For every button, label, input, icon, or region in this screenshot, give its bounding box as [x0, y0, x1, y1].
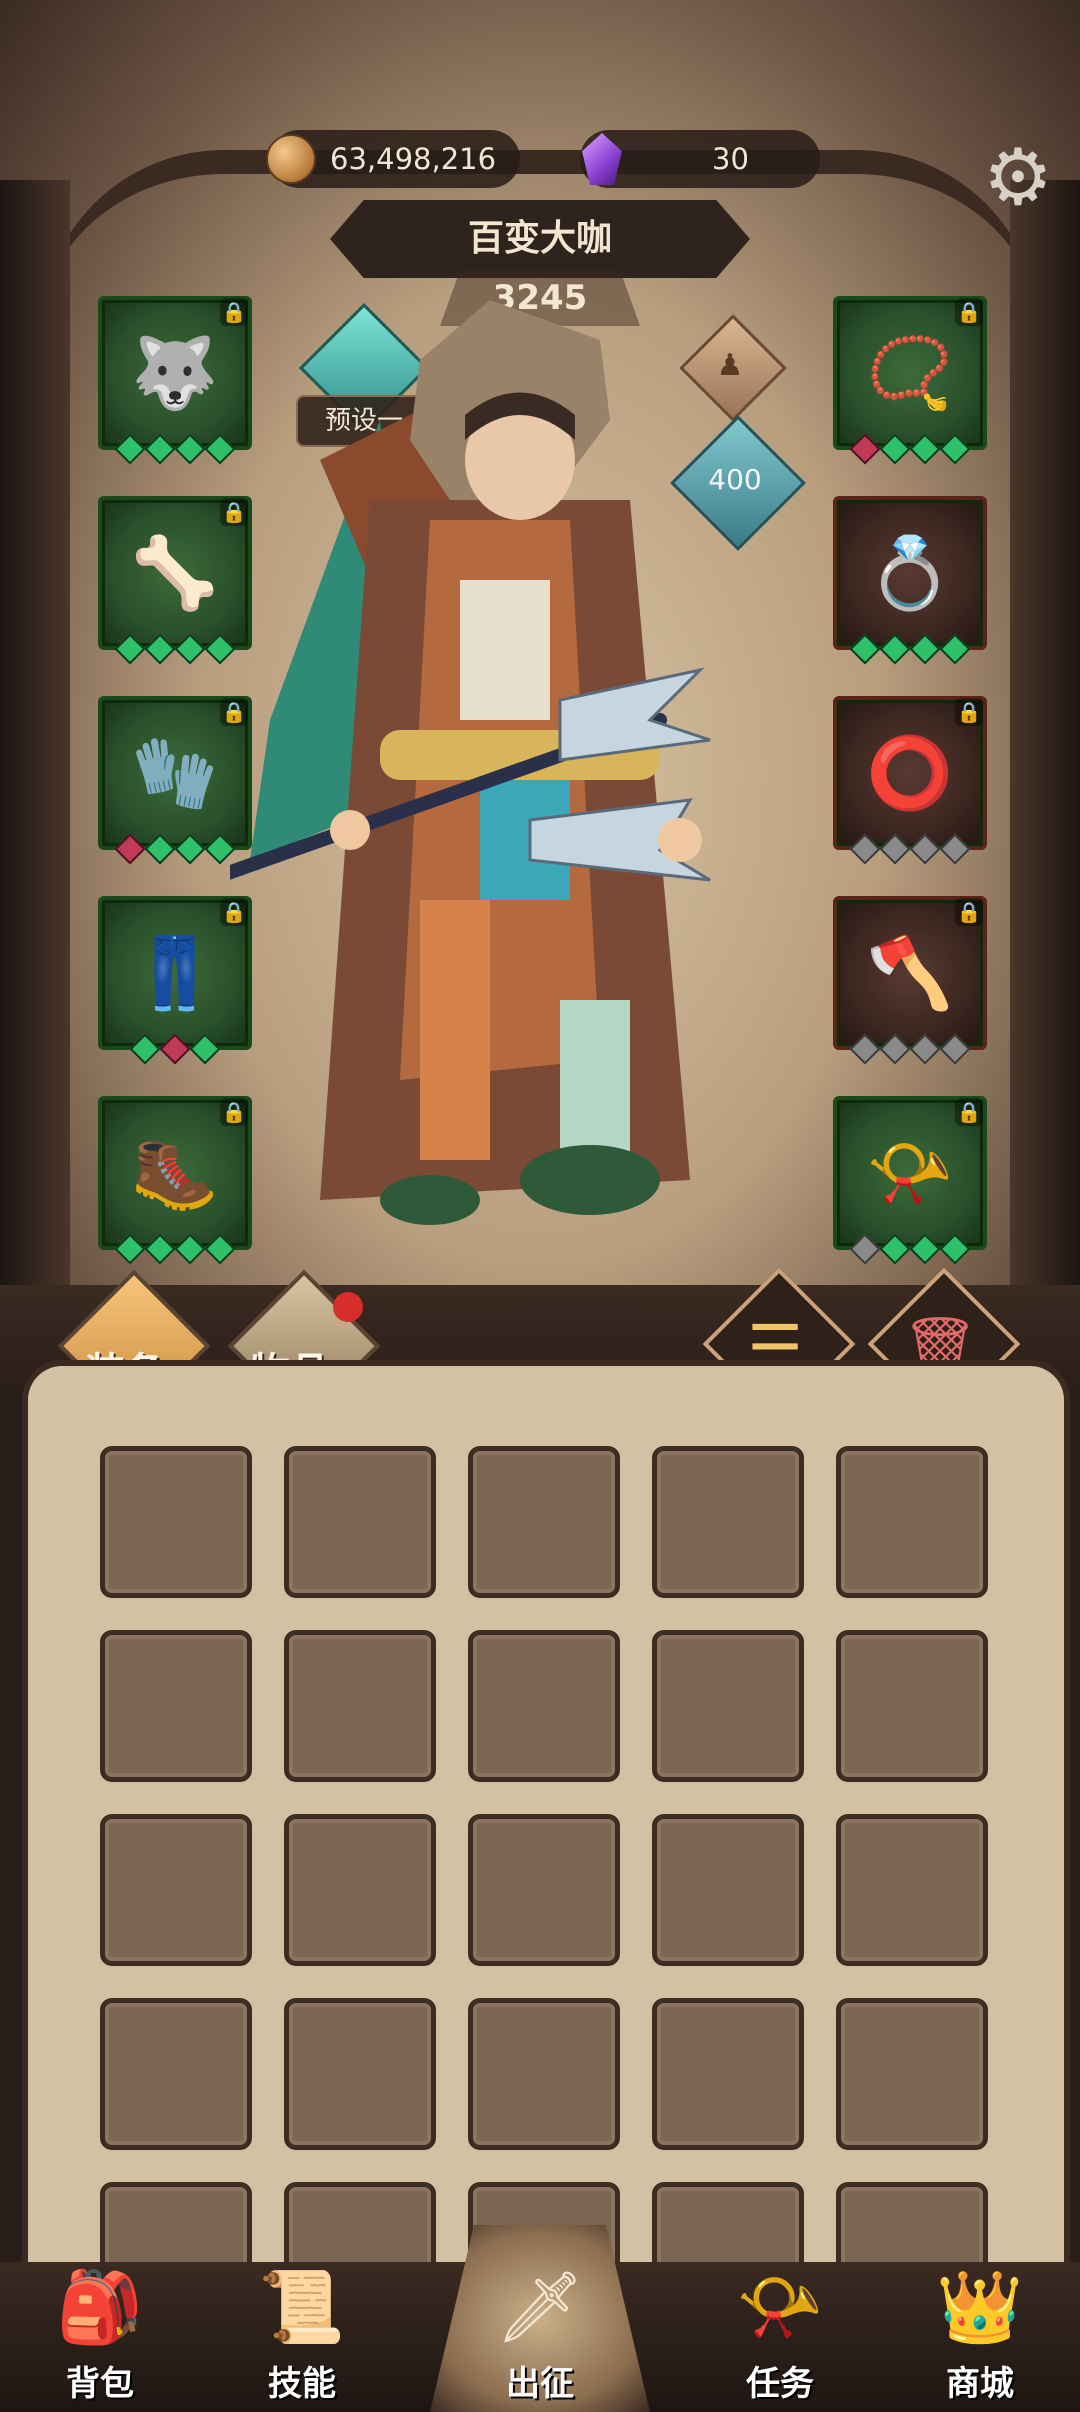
- nav-expedition-label: 出征: [506, 2364, 574, 2404]
- pants-icon: 👖: [131, 931, 219, 1014]
- lock-icon: 🔒: [955, 1098, 983, 1126]
- gauntlet-icon: 🧤: [131, 731, 219, 814]
- horn-icon: 📯: [866, 1131, 954, 1214]
- settings-gear-icon[interactable]: ⚙: [975, 135, 1061, 221]
- lock-icon: 🔒: [220, 1098, 248, 1126]
- lock-icon: 🔒: [955, 298, 983, 326]
- gem-icon: [582, 133, 622, 185]
- lock-icon: 🔒: [220, 698, 248, 726]
- nav-bag[interactable]: 🎒 背包: [20, 2262, 180, 2412]
- horn-quest-icon: 📯: [736, 2266, 824, 2348]
- notification-dot: [333, 1292, 363, 1322]
- slot-pants[interactable]: 👖 🔒: [98, 896, 252, 1065]
- shoulder-armor-icon: 🦴: [131, 531, 219, 614]
- inventory-slot[interactable]: [836, 1630, 988, 1782]
- necklace-icon: 📿: [866, 331, 954, 414]
- coin-icon: [266, 134, 316, 184]
- nav-bag-label: 背包: [66, 2364, 134, 2404]
- inventory-slot[interactable]: [836, 1998, 988, 2150]
- slot-ring2[interactable]: ⭕ 🔒: [833, 696, 987, 865]
- inventory-slot[interactable]: [652, 1630, 804, 1782]
- lock-icon: 🔒: [220, 498, 248, 526]
- slot-ring1[interactable]: 💍: [833, 496, 987, 665]
- frame-right: [1010, 180, 1080, 1290]
- nav-quests[interactable]: 📯 任务: [700, 2262, 860, 2412]
- inventory-slot[interactable]: [100, 1630, 252, 1782]
- hero-name: 百变大咖: [330, 200, 750, 278]
- slot-helmet[interactable]: 🐺 🔒: [98, 296, 252, 465]
- inventory-slot[interactable]: [652, 1814, 804, 1966]
- inventory-slot[interactable]: [284, 1630, 436, 1782]
- hero-illustration: [230, 300, 711, 1225]
- nav-expedition[interactable]: 🗡 出征: [460, 2262, 620, 2412]
- wolf-helmet-icon: 🐺: [131, 331, 219, 414]
- sword-map-icon: 🗡: [495, 2266, 585, 2348]
- axe-icon: 🪓: [866, 931, 954, 1014]
- inventory-slot[interactable]: [284, 1998, 436, 2150]
- inventory-slot[interactable]: [836, 1446, 988, 1598]
- nav-shop[interactable]: 👑 商城: [900, 2262, 1060, 2412]
- gold-currency[interactable]: 63,498,216: [266, 130, 520, 188]
- slot-gloves[interactable]: 🧤 🔒: [98, 696, 252, 865]
- dark-ring-icon: ⭕: [866, 731, 954, 814]
- inventory-slot[interactable]: [468, 1446, 620, 1598]
- nav-quests-label: 任务: [746, 2364, 814, 2404]
- slot-horn[interactable]: 📯 🔒: [833, 1096, 987, 1265]
- gem-currency[interactable]: 30: [580, 130, 820, 188]
- lock-icon: 🔒: [955, 898, 983, 926]
- inventory-slot[interactable]: [652, 1998, 804, 2150]
- crown-shop-icon: 👑: [936, 2266, 1024, 2348]
- nav-skills-label: 技能: [268, 2364, 336, 2404]
- slot-boots[interactable]: 🥾 🔒: [98, 1096, 252, 1265]
- inventory-slot[interactable]: [836, 1814, 988, 1966]
- lock-icon: 🔒: [955, 698, 983, 726]
- nav-shop-label: 商城: [946, 2364, 1014, 2404]
- inventory-slot[interactable]: [100, 1998, 252, 2150]
- inventory-slot[interactable]: [284, 1814, 436, 1966]
- gem-amount: 30: [712, 142, 749, 176]
- lock-icon: 🔒: [220, 298, 248, 326]
- backpack-icon: 🎒: [56, 2266, 144, 2348]
- slot-weapon[interactable]: 🪓 🔒: [833, 896, 987, 1065]
- boots-icon: 🥾: [131, 1131, 219, 1214]
- lock-icon: 🔒: [220, 898, 248, 926]
- slot-shoulder[interactable]: 🦴 🔒: [98, 496, 252, 665]
- nav-skills[interactable]: 📜 技能: [222, 2262, 382, 2412]
- slot-necklace[interactable]: 📿 🔒: [833, 296, 987, 465]
- gold-amount: 63,498,216: [330, 142, 497, 176]
- inventory-slot[interactable]: [652, 1446, 804, 1598]
- inventory-slot[interactable]: [284, 1446, 436, 1598]
- skill-book-icon: 📜: [258, 2266, 346, 2348]
- inventory-panel: [22, 1360, 1070, 2334]
- gem-ring-icon: 💍: [866, 531, 954, 614]
- inventory-slot[interactable]: [468, 1998, 620, 2150]
- frame-left: [0, 180, 70, 1290]
- inventory-slot[interactable]: [100, 1446, 252, 1598]
- inventory-slot[interactable]: [100, 1814, 252, 1966]
- inventory-slot[interactable]: [468, 1630, 620, 1782]
- inventory-slot[interactable]: [468, 1814, 620, 1966]
